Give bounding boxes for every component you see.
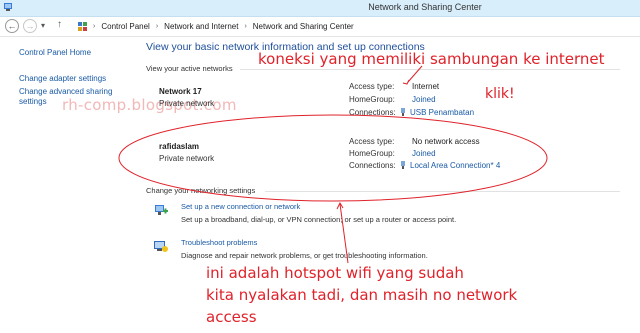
forward-button[interactable]: → (23, 19, 37, 33)
breadcrumb-separator: › (93, 23, 96, 30)
breadcrumb-network-and-internet[interactable]: Network and Internet (161, 22, 241, 31)
title-bar: Network and Sharing Center (0, 0, 640, 17)
access-type-label: Access type: (349, 137, 395, 146)
connections-label: Connections: (349, 161, 396, 170)
window-title: Network and Sharing Center (368, 2, 482, 12)
local-area-connection-link[interactable]: Local Area Connection* 4 (400, 161, 500, 170)
breadcrumb-control-panel[interactable]: Control Panel (98, 22, 152, 31)
arrow-head (402, 79, 410, 85)
usb-connection-icon (401, 108, 405, 116)
annotation-line: ini adalah hotspot wifi yang sudah (206, 264, 464, 282)
usb-connection-label: USB Penambatan (410, 108, 475, 117)
wifi-connection-icon (401, 161, 405, 169)
breadcrumb-separator: › (155, 23, 159, 30)
change-settings-label: Change your networking settings (146, 186, 256, 195)
back-button[interactable]: ← (5, 19, 19, 33)
up-button[interactable]: ↑ (57, 19, 62, 30)
homegroup-label: HomeGroup: (349, 149, 395, 158)
navigation-bar: ← → ▾ ↑ › Control Panel › Network and In… (0, 17, 640, 37)
access-type-label: Access type: (349, 82, 395, 91)
control-panel-icon (78, 22, 87, 31)
annotation-line: access (206, 308, 257, 326)
access-type-value: Internet (412, 82, 440, 91)
breadcrumb-separator: › (244, 23, 247, 30)
annotation-line: kita nyalakan tadi, dan masih no network (206, 286, 518, 304)
local-area-connection-label: Local Area Connection* 4 (410, 161, 501, 170)
homegroup-joined-link[interactable]: Joined (412, 149, 436, 158)
annotation-internet-connection: koneksi yang memiliki sambungan ke inter… (258, 50, 605, 68)
setup-new-connection-link[interactable]: Set up a new connection or network (181, 202, 300, 211)
network-name: rafidaslam (159, 142, 200, 151)
recent-pages-button[interactable]: ▾ (41, 21, 45, 30)
network-type: Private network (159, 154, 215, 163)
active-networks-label: View your active networks (146, 64, 233, 73)
new-connection-icon (155, 205, 168, 215)
connections-label: Connections: (349, 108, 396, 117)
annotation-hotspot-note: ini adalah hotspot wifi yang sudah kita … (206, 262, 517, 328)
network-type: Private network (159, 99, 215, 108)
address-bar[interactable]: › Control Panel › Network and Internet ›… (78, 20, 640, 33)
change-adapter-settings-link[interactable]: Change adapter settings (19, 74, 129, 83)
homegroup-joined-link[interactable]: Joined (412, 95, 436, 104)
troubleshoot-icon (154, 241, 168, 252)
divider (265, 191, 620, 192)
network-name: Network 17 (159, 87, 202, 96)
breadcrumb-network-and-sharing-center[interactable]: Network and Sharing Center (250, 22, 357, 31)
usb-connection-link[interactable]: USB Penambatan (400, 108, 474, 117)
control-panel-home-link[interactable]: Control Panel Home (19, 48, 129, 57)
annotation-click: klik! (485, 86, 515, 102)
divider (240, 69, 620, 70)
troubleshoot-problems-desc: Diagnose and repair network problems, or… (181, 251, 428, 260)
troubleshoot-problems-link[interactable]: Troubleshoot problems (181, 238, 257, 247)
setup-new-connection-desc: Set up a broadband, dial-up, or VPN conn… (181, 215, 457, 224)
access-type-value: No network access (412, 137, 480, 146)
arrow-head (336, 201, 344, 210)
homegroup-label: HomeGroup: (349, 95, 395, 104)
